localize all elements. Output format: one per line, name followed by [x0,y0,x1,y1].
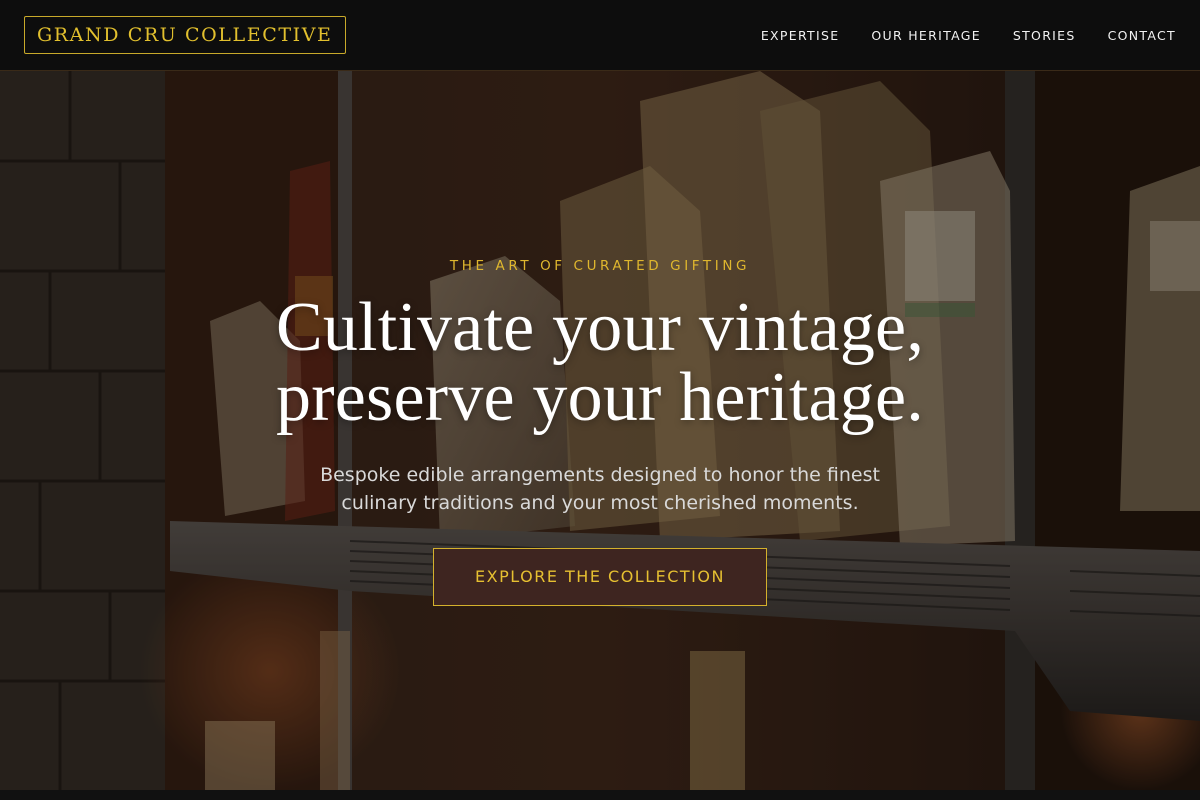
hero-eyebrow: THE ART OF CURATED GIFTING [449,258,751,274]
hero-content: THE ART OF CURATED GIFTING Cultivate you… [150,71,1050,790]
nav-link-expertise[interactable]: EXPERTISE [761,28,840,43]
nav-link-our-heritage[interactable]: OUR HERITAGE [871,28,981,43]
hero-section: THE ART OF CURATED GIFTING Cultivate you… [0,71,1200,790]
hero-headline-line-2: preserve your heritage. [276,359,924,436]
hero-subtext: Bespoke edible arrangements designed to … [320,464,880,514]
main-nav: EXPERTISE OUR HERITAGE STORIES CONTACT [761,0,1176,70]
site-header: GRAND CRU COLLECTIVE EXPERTISE OUR HERIT… [0,0,1200,71]
explore-collection-button[interactable]: EXPLORE THE COLLECTION [433,548,767,606]
hero-headline-line-1: Cultivate your vintage, [275,289,925,366]
nav-link-contact[interactable]: CONTACT [1108,28,1176,43]
nav-link-stories[interactable]: STORIES [1013,28,1076,43]
hero-headline: Cultivate your vintage, preserve your he… [150,293,1050,433]
brand-logo[interactable]: GRAND CRU COLLECTIVE [24,16,346,54]
page-bottom-strip [0,790,1200,800]
